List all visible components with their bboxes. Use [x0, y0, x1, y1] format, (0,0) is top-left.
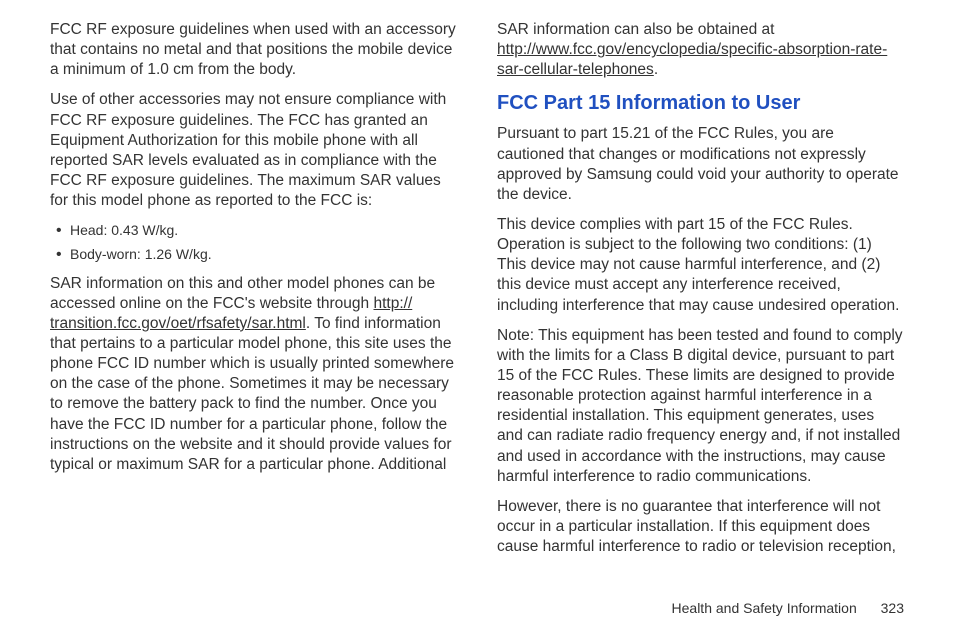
page-footer: Health and Safety Information 323 [672, 600, 904, 616]
sar-values-list: Head: 0.43 W/kg. Body-worn: 1.26 W/kg. [50, 221, 457, 263]
body-text: This device complies with part 15 of the… [497, 215, 904, 316]
body-text: Pursuant to part 15.21 of the FCC Rules,… [497, 124, 904, 205]
body-text: Use of other accessories may not ensure … [50, 90, 457, 211]
text-span: . [654, 61, 658, 78]
text-span: . To find information that pertains to a… [50, 315, 454, 473]
fcc-encyclopedia-link[interactable]: http://www.fcc.gov/encyclopedia/specific… [497, 41, 887, 78]
body-text: FCC RF exposure guidelines when used wit… [50, 20, 457, 80]
left-column: FCC RF exposure guidelines when used wit… [50, 20, 457, 580]
text-span: SAR information can also be obtained at [497, 21, 774, 38]
section-heading: FCC Part 15 Information to User [497, 90, 904, 116]
list-item: Body-worn: 1.26 W/kg. [56, 245, 457, 263]
body-text: SAR information can also be obtained at … [497, 20, 904, 80]
right-column: SAR information can also be obtained at … [497, 20, 904, 580]
list-item: Head: 0.43 W/kg. [56, 221, 457, 239]
body-text: SAR information on this and other model … [50, 274, 457, 475]
body-text: Note: This equipment has been tested and… [497, 326, 904, 487]
two-column-layout: FCC RF exposure guidelines when used wit… [50, 20, 904, 580]
page-number: 323 [881, 600, 904, 616]
body-text: However, there is no guarantee that inte… [497, 497, 904, 557]
footer-section-title: Health and Safety Information [672, 600, 857, 616]
